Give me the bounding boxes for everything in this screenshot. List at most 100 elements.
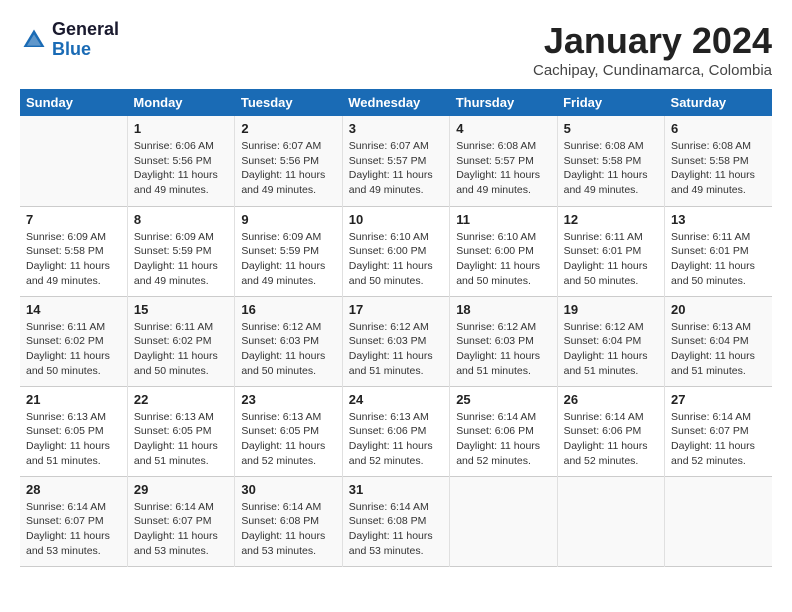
- day-number: 6: [671, 121, 766, 136]
- calendar-table: SundayMondayTuesdayWednesdayThursdayFrid…: [20, 89, 772, 567]
- calendar-cell: 31Sunrise: 6:14 AM Sunset: 6:08 PM Dayli…: [342, 476, 449, 566]
- calendar-cell: 23 Sunrise: 6:13 AM Sunset: 6:05 PM Dayli…: [235, 386, 342, 476]
- calendar-cell: 20 Sunrise: 6:13 AM Sunset: 6:04 PM Dayli…: [665, 296, 772, 386]
- calendar-cell: 5 Sunrise: 6:08 AM Sunset: 5:58 PM Daylig…: [557, 116, 664, 206]
- day-number: 4: [456, 121, 550, 136]
- day-info: Sunrise: 6:12 AM Sunset: 6:03 PM Dayligh…: [349, 320, 443, 379]
- title-block: January 2024 Cachipay, Cundinamarca, Col…: [533, 20, 772, 79]
- day-number: 13: [671, 212, 766, 227]
- header-friday: Friday: [557, 89, 664, 116]
- day-number: 3: [349, 121, 443, 136]
- day-number: 26: [564, 392, 658, 407]
- day-number: 11: [456, 212, 550, 227]
- day-info: Sunrise: 6:13 AM Sunset: 6:06 PM Dayligh…: [349, 410, 443, 469]
- day-info: Sunrise: 6:11 AM Sunset: 6:02 PM Dayligh…: [134, 320, 228, 379]
- day-info: Sunrise: 6:09 AM Sunset: 5:58 PM Dayligh…: [26, 230, 121, 289]
- day-number: 27: [671, 392, 766, 407]
- calendar-cell: 11 Sunrise: 6:10 AM Sunset: 6:00 PM Dayli…: [450, 206, 557, 296]
- day-info: Sunrise: 6:12 AM Sunset: 6:04 PM Dayligh…: [564, 320, 658, 379]
- calendar-cell: 19Sunrise: 6:12 AM Sunset: 6:04 PM Dayli…: [557, 296, 664, 386]
- header-wednesday: Wednesday: [342, 89, 449, 116]
- day-info: Sunrise: 6:11 AM Sunset: 6:01 PM Dayligh…: [564, 230, 658, 289]
- day-number: 9: [241, 212, 335, 227]
- header-thursday: Thursday: [450, 89, 557, 116]
- day-number: 8: [134, 212, 228, 227]
- calendar-cell: 4 Sunrise: 6:08 AM Sunset: 5:57 PM Daylig…: [450, 116, 557, 206]
- calendar-cell: 18 Sunrise: 6:12 AM Sunset: 6:03 PM Dayli…: [450, 296, 557, 386]
- calendar-cell: [557, 476, 664, 566]
- day-info: Sunrise: 6:11 AM Sunset: 6:01 PM Dayligh…: [671, 230, 766, 289]
- day-number: 30: [241, 482, 335, 497]
- location: Cachipay, Cundinamarca, Colombia: [533, 62, 772, 79]
- calendar-cell: 26 Sunrise: 6:14 AM Sunset: 6:06 PM Dayli…: [557, 386, 664, 476]
- day-info: Sunrise: 6:08 AM Sunset: 5:58 PM Dayligh…: [671, 139, 766, 198]
- day-number: 31: [349, 482, 443, 497]
- calendar-cell: [20, 116, 127, 206]
- day-number: 5: [564, 121, 658, 136]
- day-info: Sunrise: 6:14 AM Sunset: 6:06 PM Dayligh…: [456, 410, 550, 469]
- logo-text-line1: General: [52, 20, 119, 40]
- day-number: 28: [26, 482, 121, 497]
- calendar-cell: 28 Sunrise: 6:14 AM Sunset: 6:07 PM Dayli…: [20, 476, 127, 566]
- day-info: Sunrise: 6:13 AM Sunset: 6:05 PM Dayligh…: [241, 410, 335, 469]
- day-info: Sunrise: 6:14 AM Sunset: 6:07 PM Dayligh…: [26, 500, 121, 559]
- day-number: 16: [241, 302, 335, 317]
- day-number: 24: [349, 392, 443, 407]
- week-row-4: 21 Sunrise: 6:13 AM Sunset: 6:05 PM Dayli…: [20, 386, 772, 476]
- calendar-cell: 6 Sunrise: 6:08 AM Sunset: 5:58 PM Daylig…: [665, 116, 772, 206]
- calendar-cell: 12Sunrise: 6:11 AM Sunset: 6:01 PM Dayli…: [557, 206, 664, 296]
- header-sunday: Sunday: [20, 89, 127, 116]
- logo-icon: [20, 26, 48, 54]
- day-number: 7: [26, 212, 121, 227]
- day-info: Sunrise: 6:10 AM Sunset: 6:00 PM Dayligh…: [456, 230, 550, 289]
- logo: General Blue: [20, 20, 119, 60]
- calendar-cell: 7 Sunrise: 6:09 AM Sunset: 5:58 PM Daylig…: [20, 206, 127, 296]
- calendar-cell: 29Sunrise: 6:14 AM Sunset: 6:07 PM Dayli…: [127, 476, 234, 566]
- calendar-cell: [665, 476, 772, 566]
- header-monday: Monday: [127, 89, 234, 116]
- header-tuesday: Tuesday: [235, 89, 342, 116]
- day-number: 22: [134, 392, 228, 407]
- page-header: General Blue January 2024 Cachipay, Cund…: [20, 20, 772, 79]
- day-number: 18: [456, 302, 550, 317]
- day-info: Sunrise: 6:14 AM Sunset: 6:06 PM Dayligh…: [564, 410, 658, 469]
- day-number: 23: [241, 392, 335, 407]
- calendar-cell: 10 Sunrise: 6:10 AM Sunset: 6:00 PM Dayli…: [342, 206, 449, 296]
- day-info: Sunrise: 6:08 AM Sunset: 5:57 PM Dayligh…: [456, 139, 550, 198]
- calendar-cell: 8 Sunrise: 6:09 AM Sunset: 5:59 PM Daylig…: [127, 206, 234, 296]
- calendar-cell: 25 Sunrise: 6:14 AM Sunset: 6:06 PM Dayli…: [450, 386, 557, 476]
- calendar-cell: 2 Sunrise: 6:07 AM Sunset: 5:56 PM Daylig…: [235, 116, 342, 206]
- week-row-2: 7 Sunrise: 6:09 AM Sunset: 5:58 PM Daylig…: [20, 206, 772, 296]
- calendar-cell: 22 Sunrise: 6:13 AM Sunset: 6:05 PM Dayli…: [127, 386, 234, 476]
- day-info: Sunrise: 6:13 AM Sunset: 6:04 PM Dayligh…: [671, 320, 766, 379]
- month-title: January 2024: [533, 20, 772, 62]
- day-number: 25: [456, 392, 550, 407]
- day-number: 2: [241, 121, 335, 136]
- day-info: Sunrise: 6:07 AM Sunset: 5:56 PM Dayligh…: [241, 139, 335, 198]
- logo-text-line2: Blue: [52, 40, 119, 60]
- calendar-cell: 14 Sunrise: 6:11 AM Sunset: 6:02 PM Dayli…: [20, 296, 127, 386]
- calendar-cell: 3Sunrise: 6:07 AM Sunset: 5:57 PM Daylig…: [342, 116, 449, 206]
- day-number: 20: [671, 302, 766, 317]
- calendar-cell: 16Sunrise: 6:12 AM Sunset: 6:03 PM Dayli…: [235, 296, 342, 386]
- day-number: 10: [349, 212, 443, 227]
- day-number: 14: [26, 302, 121, 317]
- calendar-cell: 1Sunrise: 6:06 AM Sunset: 5:56 PM Daylig…: [127, 116, 234, 206]
- day-number: 15: [134, 302, 228, 317]
- day-info: Sunrise: 6:14 AM Sunset: 6:07 PM Dayligh…: [671, 410, 766, 469]
- calendar-cell: 13 Sunrise: 6:11 AM Sunset: 6:01 PM Dayli…: [665, 206, 772, 296]
- day-number: 21: [26, 392, 121, 407]
- day-info: Sunrise: 6:14 AM Sunset: 6:08 PM Dayligh…: [241, 500, 335, 559]
- day-number: 1: [134, 121, 228, 136]
- day-info: Sunrise: 6:13 AM Sunset: 6:05 PM Dayligh…: [134, 410, 228, 469]
- day-info: Sunrise: 6:08 AM Sunset: 5:58 PM Dayligh…: [564, 139, 658, 198]
- calendar-cell: 24 Sunrise: 6:13 AM Sunset: 6:06 PM Dayli…: [342, 386, 449, 476]
- day-info: Sunrise: 6:11 AM Sunset: 6:02 PM Dayligh…: [26, 320, 121, 379]
- day-info: Sunrise: 6:09 AM Sunset: 5:59 PM Dayligh…: [134, 230, 228, 289]
- calendar-cell: 27 Sunrise: 6:14 AM Sunset: 6:07 PM Dayli…: [665, 386, 772, 476]
- week-row-1: 1Sunrise: 6:06 AM Sunset: 5:56 PM Daylig…: [20, 116, 772, 206]
- day-info: Sunrise: 6:10 AM Sunset: 6:00 PM Dayligh…: [349, 230, 443, 289]
- day-number: 29: [134, 482, 228, 497]
- day-info: Sunrise: 6:09 AM Sunset: 5:59 PM Dayligh…: [241, 230, 335, 289]
- day-info: Sunrise: 6:12 AM Sunset: 6:03 PM Dayligh…: [456, 320, 550, 379]
